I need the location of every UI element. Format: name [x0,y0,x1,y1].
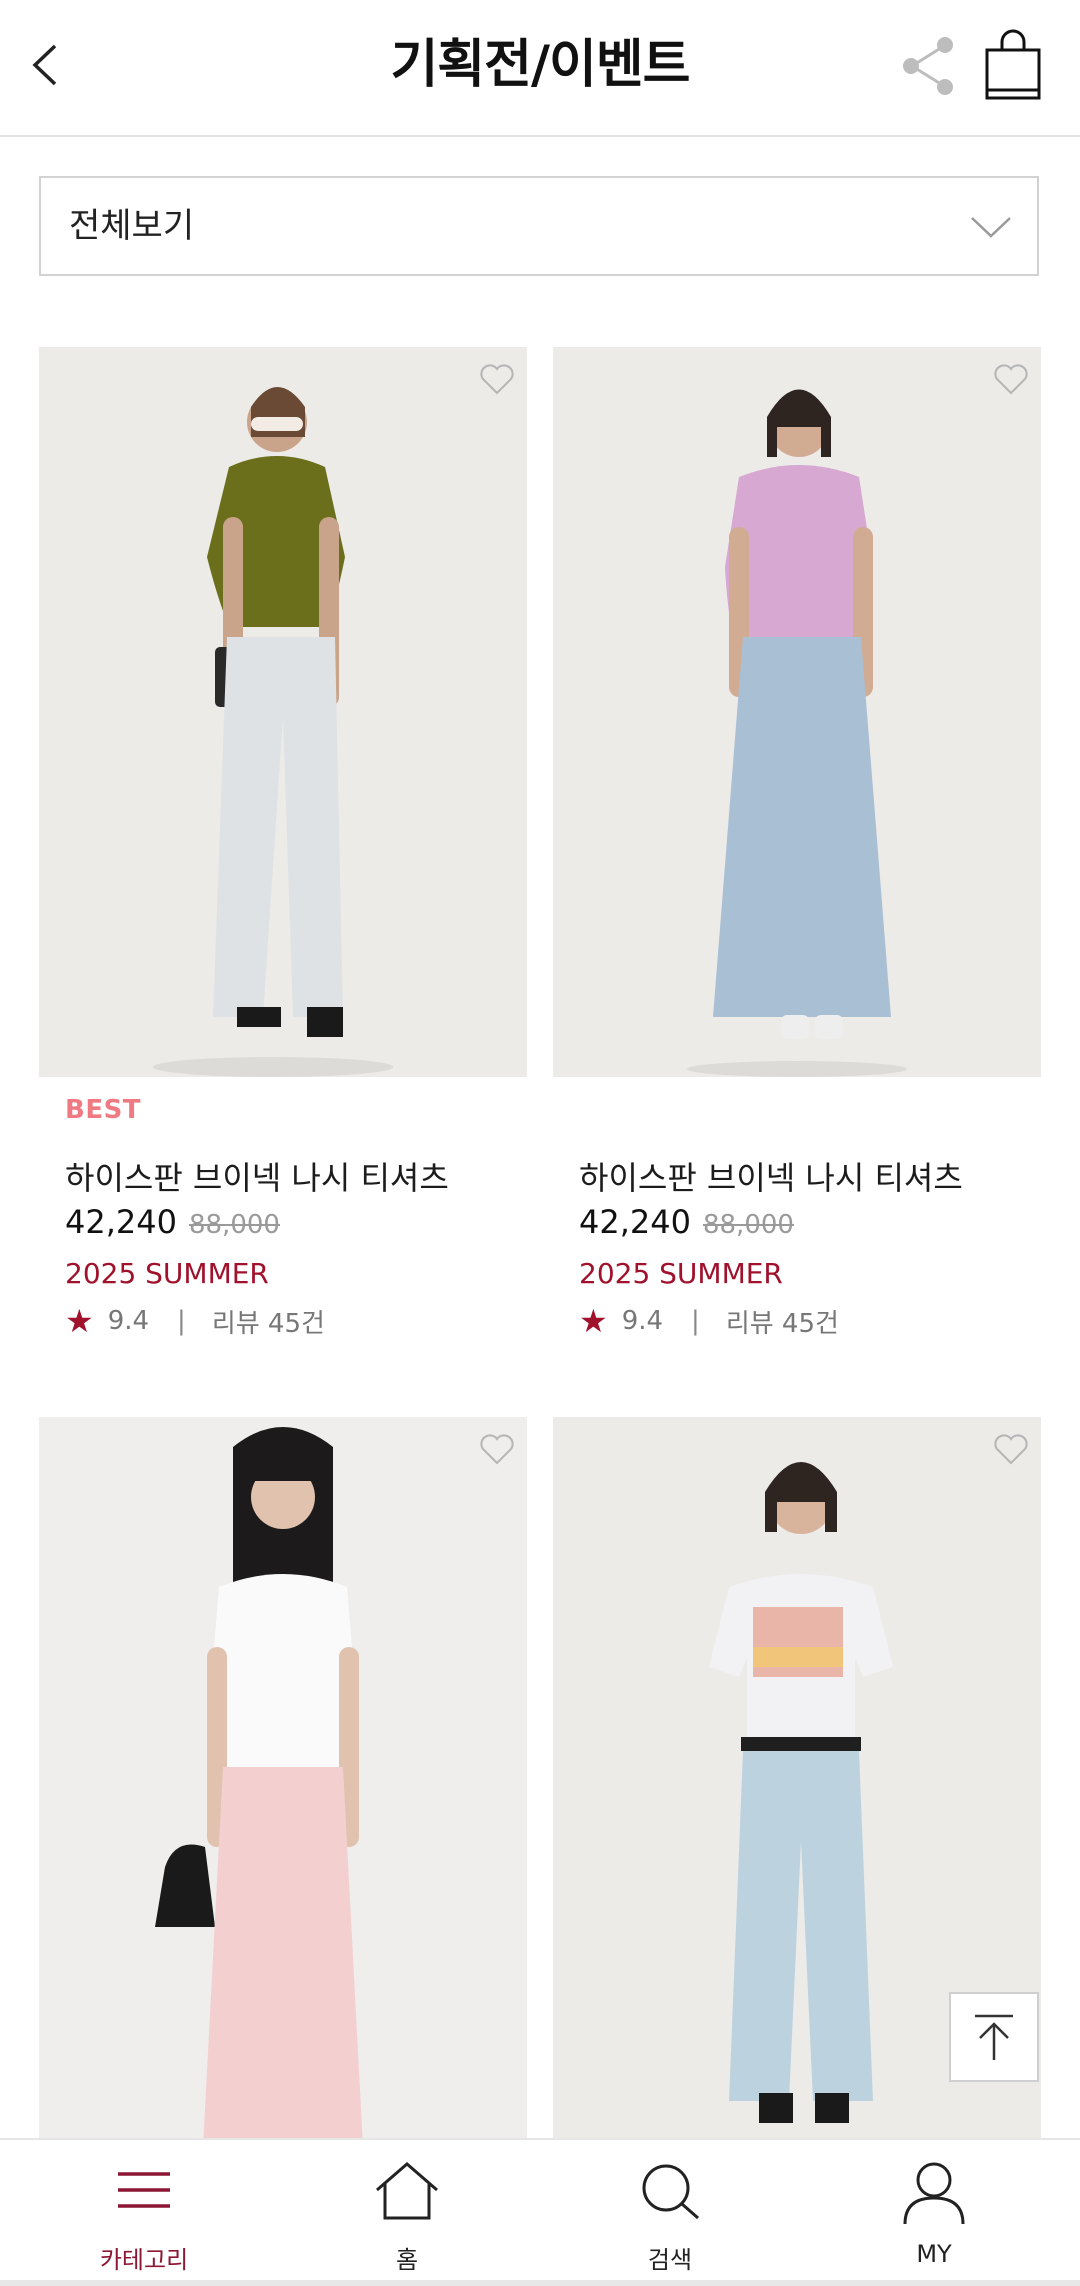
product-image[interactable] [39,347,527,1077]
heart-icon[interactable] [991,359,1031,399]
sale-price: 42,240 [579,1203,691,1241]
original-price: 88,000 [702,1210,794,1240]
menu-icon [118,2172,170,2208]
rating-divider: | [691,1306,700,1336]
scroll-to-top-button[interactable] [949,1992,1039,2082]
product-price: 42,240 88,000 [579,1203,794,1241]
nav-label: 검색 [647,2246,693,2274]
nav-label: MY [916,2240,952,2268]
user-icon [903,2162,965,2225]
cart-button[interactable] [980,28,1046,104]
heart-icon[interactable] [477,1429,517,1469]
original-price: 88,000 [188,1210,280,1240]
nav-item-home[interactable]: 홈 [307,2140,507,2286]
review-count: 리뷰 45건 [725,1308,839,1339]
nav-item-category[interactable]: 카테고리 [44,2140,244,2286]
product-card[interactable] [39,1417,527,2138]
nav-item-search[interactable]: 검색 [570,2140,770,2286]
product-image[interactable] [553,347,1041,1077]
share-button[interactable] [898,34,962,98]
model-photo [39,1417,527,2138]
home-indicator-bar [0,2280,1080,2286]
nav-label: 카테고리 [99,2246,189,2274]
arrow-up-to-top-icon [975,2014,1013,2060]
shopping-bag-icon [985,29,1041,100]
chevron-down-icon [971,217,1011,238]
home-icon [376,2162,438,2220]
nav-label: 홈 [395,2246,419,2274]
star-icon: ★ [579,1302,608,1340]
season-label: 2025 SUMMER [579,1257,783,1290]
review-count: 리뷰 45건 [211,1308,325,1339]
product-name[interactable]: 하이스판 브이넥 나시 티셔츠 [65,1153,449,1199]
product-card[interactable]: 하이스판 브이넥 나시 티셔츠 42,240 88,000 2025 SUMMER… [553,347,1041,1347]
filter-selected-value: 전체보기 [69,206,195,246]
rating-score: 9.4 [621,1306,664,1336]
product-price: 42,240 88,000 [65,1203,280,1241]
sale-price: 42,240 [65,1203,177,1241]
product-rating: ★ 9.4 | 리뷰 45건 [65,1302,325,1340]
model-photo [39,347,527,1077]
nav-item-my[interactable]: MY [834,2140,1034,2286]
season-label: 2025 SUMMER [65,1257,269,1290]
model-photo [553,347,1041,1077]
rating-score: 9.4 [107,1306,150,1336]
product-card[interactable]: BEST 하이스판 브이넥 나시 티셔츠 42,240 88,000 2025 S… [39,347,527,1347]
star-icon: ★ [65,1302,94,1340]
product-image[interactable] [39,1417,527,2138]
heart-icon[interactable] [991,1429,1031,1469]
app-header: 기획전/이벤트 [0,0,1080,137]
category-filter-select[interactable]: 전체보기 [39,176,1039,276]
product-name[interactable]: 하이스판 브이넥 나시 티셔츠 [579,1153,963,1199]
heart-icon[interactable] [477,359,517,399]
search-icon [642,2164,699,2220]
best-badge: BEST [65,1095,142,1125]
rating-divider: | [177,1306,186,1336]
bottom-navigation: 카테고리 홈 검색 MY [0,2138,1080,2286]
product-rating: ★ 9.4 | 리뷰 45건 [579,1302,839,1340]
share-icon [903,37,953,95]
